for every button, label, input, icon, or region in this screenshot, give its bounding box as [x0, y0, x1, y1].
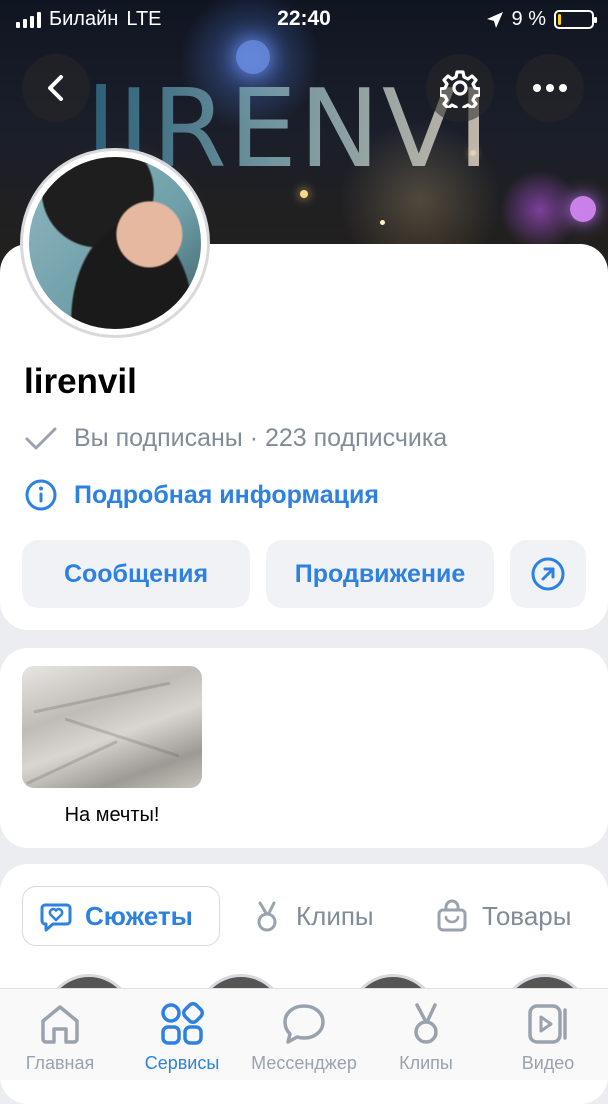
- details-link[interactable]: Подробная информация: [24, 478, 379, 512]
- chat-bubble-icon: [283, 1004, 325, 1044]
- home-icon: [41, 1005, 79, 1044]
- messages-button[interactable]: Сообщения: [22, 540, 250, 608]
- info-icon: [25, 479, 57, 511]
- battery-percent: 9 %: [511, 8, 546, 30]
- messages-button-label: Сообщения: [63, 559, 209, 588]
- nav-messenger-label: Мессенджер: [251, 1053, 357, 1073]
- avatar[interactable]: [20, 148, 210, 338]
- nav-home-label: Главная: [25, 1053, 95, 1073]
- fabric-fold: [33, 681, 171, 714]
- nav-video-label: Видео: [521, 1053, 575, 1073]
- profile-username: lirenvil: [24, 362, 137, 401]
- back-button[interactable]: [22, 54, 90, 122]
- nav-home[interactable]: Главная: [0, 989, 120, 1081]
- nav-clips[interactable]: Клипы: [366, 989, 486, 1081]
- nav-services[interactable]: Сервисы: [122, 989, 242, 1081]
- tab-goods-label: Товары: [482, 900, 572, 931]
- cover-firework: [570, 196, 596, 222]
- nav-video[interactable]: Видео: [488, 989, 608, 1081]
- arrow-up-right-circle-icon: [531, 557, 565, 591]
- chevron-left-icon: [48, 75, 63, 101]
- tab-goods[interactable]: Товары: [436, 886, 571, 946]
- fabric-fold: [64, 717, 180, 758]
- services-grid-icon: [161, 1002, 204, 1045]
- video-icon: [528, 1004, 567, 1044]
- album-thumbnail[interactable]: [22, 666, 202, 788]
- heart-chat-icon: [40, 903, 72, 932]
- clips-icon: [414, 1003, 438, 1044]
- battery-icon: [554, 10, 597, 29]
- checkmark-icon: [25, 427, 57, 449]
- clips-icon: [257, 901, 277, 932]
- nav-clips-label: Клипы: [399, 1053, 453, 1073]
- cover-light: [380, 220, 385, 225]
- gear-icon: [440, 70, 480, 108]
- more-button[interactable]: [516, 54, 584, 122]
- fabric-fold: [26, 740, 118, 785]
- tab-stories-label: Сюжеты: [85, 900, 193, 931]
- settings-button[interactable]: [426, 54, 494, 122]
- nav-messenger[interactable]: Мессенджер: [244, 989, 364, 1081]
- tab-clips-label: Клипы: [296, 900, 374, 931]
- nav-services-label: Сервисы: [144, 1053, 220, 1073]
- tab-clips[interactable]: Клипы: [252, 886, 374, 946]
- tab-stories[interactable]: Сюжеты: [22, 886, 220, 946]
- album-caption: На мечты!: [64, 804, 160, 826]
- photo-albums-card: На мечты!: [0, 648, 608, 848]
- promotion-button-label: Продвижение: [294, 559, 466, 588]
- promotion-button[interactable]: Продвижение: [266, 540, 494, 608]
- subscription-row[interactable]: Вы подписаны · 223 подписчика: [24, 424, 447, 453]
- avatar-image: [29, 157, 201, 329]
- share-button[interactable]: [510, 540, 586, 608]
- status-bar: Билайн LTE 22:40 9 %: [0, 0, 608, 40]
- subscription-status: Вы подписаны · 223 подписчика: [74, 424, 448, 452]
- location-arrow-icon: [486, 11, 503, 28]
- more-horizontal-icon: [533, 84, 567, 92]
- details-link-label: Подробная информация: [74, 480, 379, 509]
- shopping-bag-icon: [437, 899, 467, 932]
- bottom-navigation: Главная Сервисы Мессенджер Клипы Видео: [0, 988, 608, 1080]
